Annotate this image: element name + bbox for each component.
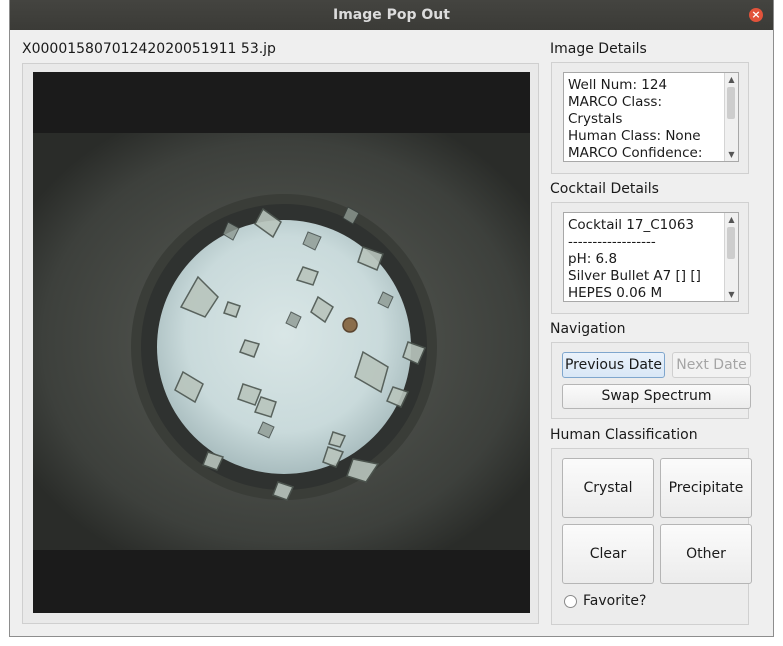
image-details-textbox[interactable]: Well Num: 124 MARCO Class: Crystals Huma… <box>563 72 739 162</box>
close-icon[interactable]: × <box>749 8 763 22</box>
scroll-up-icon[interactable]: ▲ <box>725 213 738 226</box>
crystal-well-image <box>33 72 530 613</box>
swap-spectrum-button[interactable]: Swap Spectrum <box>562 384 751 409</box>
image-details-line: Crystals <box>568 111 623 127</box>
cocktail-details-line: pH: 6.8 <box>568 251 618 267</box>
next-date-button[interactable]: Next Date <box>672 352 751 378</box>
scroll-down-icon[interactable]: ▼ <box>725 148 738 161</box>
precipitate-button[interactable]: Precipitate <box>660 458 752 518</box>
cocktail-details-line: Cocktail 17_C1063 <box>568 217 694 233</box>
scroll-thumb[interactable] <box>727 87 735 119</box>
human-classification-group: Crystal Precipitate Clear Other Favorite… <box>551 448 752 625</box>
cocktail-details-line: HEPES 0.06 M <box>568 285 663 301</box>
cocktail-details-textbox[interactable]: Cocktail 17_C1063 ------------------ pH:… <box>563 212 739 302</box>
well-photo <box>33 72 530 613</box>
image-details-line: Well Num: 124 <box>568 77 668 93</box>
favorite-label[interactable]: Favorite? <box>583 593 646 609</box>
cocktail-details-label: Cocktail Details <box>550 181 659 197</box>
image-popout-window: Image Pop Out × X00001580701242020051911… <box>9 0 774 637</box>
image-details-line: MARCO Class: <box>568 94 662 110</box>
cocktail-details-group: Cocktail 17_C1063 ------------------ pH:… <box>551 202 749 314</box>
image-details-line: MARCO Confidence: <box>568 145 703 161</box>
scroll-thumb[interactable] <box>727 227 735 259</box>
scroll-up-icon[interactable]: ▲ <box>725 73 738 86</box>
image-filename: X00001580701242020051911 53.jp <box>22 41 276 57</box>
cocktail-details-line: Silver Bullet A7 [] [] <box>568 268 701 284</box>
window-title: Image Pop Out <box>333 7 450 23</box>
title-bar[interactable]: Image Pop Out × <box>10 0 773 30</box>
scroll-down-icon[interactable]: ▼ <box>725 288 738 301</box>
clear-button[interactable]: Clear <box>562 524 654 584</box>
cocktail-details-line: ------------------ <box>568 234 656 250</box>
navigation-label: Navigation <box>550 321 626 337</box>
previous-date-button[interactable]: Previous Date <box>562 352 665 378</box>
image-frame <box>22 63 539 624</box>
image-details-scrollbar[interactable]: ▲ ▼ <box>724 73 738 161</box>
favorite-radio[interactable] <box>564 595 577 608</box>
cocktail-details-lines: Cocktail 17_C1063 ------------------ pH:… <box>568 217 722 301</box>
cocktail-details-scrollbar[interactable]: ▲ ▼ <box>724 213 738 301</box>
navigation-group: Previous Date Next Date Swap Spectrum <box>551 342 751 419</box>
human-classification-label: Human Classification <box>550 427 698 443</box>
image-details-lines: Well Num: 124 MARCO Class: Crystals Huma… <box>568 77 722 161</box>
crystal-button[interactable]: Crystal <box>562 458 654 518</box>
image-details-group: Well Num: 124 MARCO Class: Crystals Huma… <box>551 62 749 174</box>
other-button[interactable]: Other <box>660 524 752 584</box>
image-details-line: Human Class: None <box>568 128 701 144</box>
image-details-label: Image Details <box>550 41 647 57</box>
